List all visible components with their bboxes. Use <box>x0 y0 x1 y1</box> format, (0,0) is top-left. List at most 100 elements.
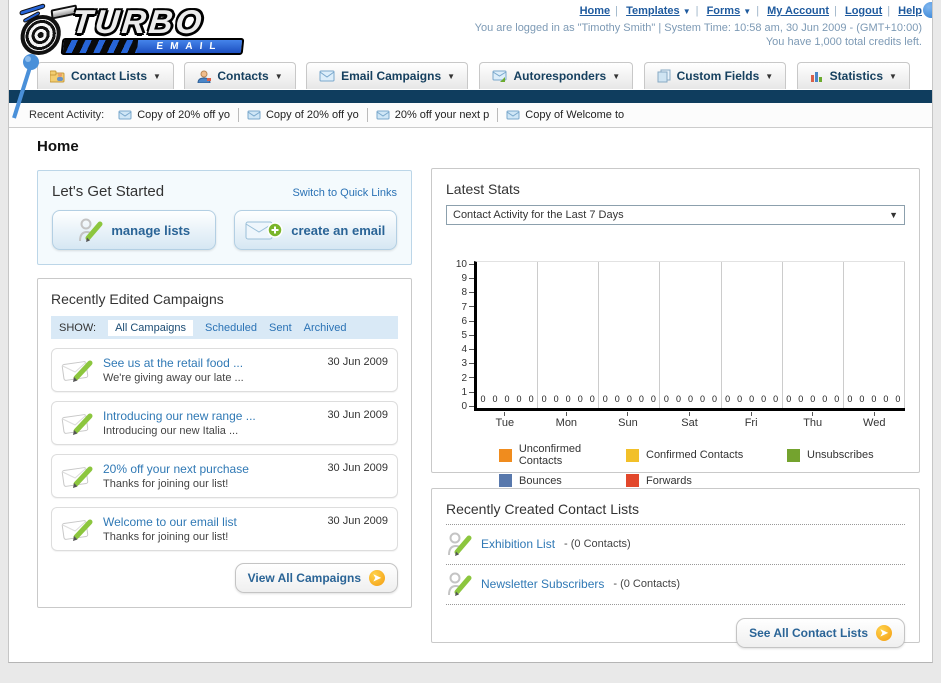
see-all-contact-lists-label: See All Contact Lists <box>749 626 868 640</box>
envelope-icon <box>118 110 132 120</box>
chart-y-tick-label: 4 <box>446 345 474 355</box>
campaign-title-link[interactable]: See us at the retail food ... <box>103 356 319 370</box>
caret-down-icon: ▼ <box>447 71 456 81</box>
legend-label: Confirmed Contacts <box>646 449 744 461</box>
legend-item: Confirmed Contacts <box>626 443 787 467</box>
view-all-campaigns-label: View All Campaigns <box>247 571 361 585</box>
caret-down-icon: ▼ <box>889 71 897 81</box>
credits-text: You have 1,000 total credits left. <box>765 36 922 48</box>
filter-archived[interactable]: Archived <box>304 322 347 334</box>
logo-title: TURBO <box>70 3 207 40</box>
right-column: Latest Stats Contact Activity for the La… <box>431 168 920 648</box>
chart-y-tick-label: 5 <box>446 330 474 340</box>
page-title: Home <box>37 138 79 155</box>
chart-day-column: 00000 <box>538 262 600 408</box>
recent-activity-item[interactable]: 20% off your next p <box>376 109 489 121</box>
chart-day-column: 00000 <box>722 262 783 408</box>
legend-swatch <box>626 474 639 487</box>
chart-x-tick-label: Mon <box>536 411 598 429</box>
help-bubble-icon[interactable] <box>923 2 932 18</box>
campaign-item[interactable]: Introducing our new range ... Introducin… <box>51 401 398 445</box>
top-nav: Home | Templates ▼ | Forms ▼ | My Account | … <box>580 5 922 17</box>
login-status-text: You are logged in as "Timothy Smith" | S… <box>474 22 922 34</box>
legend-item: Forwards <box>626 474 787 487</box>
contact-lists-title: Recently Created Contact Lists <box>446 501 905 525</box>
autoresponders-icon <box>492 70 507 82</box>
contact-list-item[interactable]: Newsletter Subscribers - (0 Contacts) <box>446 565 905 605</box>
nav-forms-link[interactable]: Forms <box>707 5 741 17</box>
recent-activity-item[interactable]: Copy of 20% off yo <box>118 109 230 121</box>
chart-x-tick-label: Sun <box>597 411 659 429</box>
tab-autoresponders[interactable]: Autoresponders ▼ <box>478 62 634 89</box>
tab-email-campaigns[interactable]: Email Campaigns ▼ <box>306 62 469 89</box>
logo-stripes <box>62 40 139 53</box>
filter-sent[interactable]: Sent <box>269 322 292 334</box>
nav-templates-link[interactable]: Templates <box>626 5 680 17</box>
campaign-date: 30 Jun 2009 <box>327 409 388 421</box>
campaign-subtitle: Introducing our new Italia ... <box>103 425 239 437</box>
campaign-item[interactable]: 20% off your next purchase Thanks for jo… <box>51 454 398 498</box>
stats-period-select[interactable]: Contact Activity for the Last 7 Days ▼ <box>446 205 905 225</box>
recent-activity-item[interactable]: Copy of Welcome to <box>506 109 624 121</box>
chart-value-labels: 00000 <box>786 394 840 404</box>
filter-scheduled[interactable]: Scheduled <box>205 322 257 334</box>
tab-contacts[interactable]: Contacts ▼ <box>184 62 296 89</box>
contact-list-item[interactable]: Exhibition List - (0 Contacts) <box>446 525 905 565</box>
campaign-subtitle: We're giving away our late ... <box>103 372 244 384</box>
person-pencil-icon <box>448 572 472 596</box>
contacts-icon <box>197 70 212 83</box>
nav-my-account-link[interactable]: My Account <box>767 5 829 17</box>
manage-lists-button[interactable]: manage lists <box>52 210 216 250</box>
legend-item: Bounces <box>499 474 626 487</box>
recently-edited-campaigns-panel: Recently Edited Campaigns SHOW: All Camp… <box>37 278 412 608</box>
main-nav-tabbar: Contact Lists ▼ Contacts ▼ Email Campaig… <box>9 62 932 90</box>
person-pencil-icon <box>79 218 103 242</box>
tab-label: Email Campaigns <box>341 69 442 83</box>
speedo-needle-icon <box>12 54 39 119</box>
tab-custom-fields[interactable]: Custom Fields ▼ <box>643 62 787 89</box>
envelope-pencil-icon <box>61 519 93 541</box>
see-all-contact-lists-button[interactable]: See All Contact Lists ➤ <box>736 618 905 648</box>
legend-label: Unsubscribes <box>807 449 874 461</box>
chart-x-tick-label: Tue <box>474 411 536 429</box>
tab-contact-lists[interactable]: Contact Lists ▼ <box>37 62 174 89</box>
chart-value-labels: 00000 <box>725 394 779 404</box>
campaign-title-link[interactable]: 20% off your next purchase <box>103 462 319 476</box>
turbo-email-logo[interactable]: TURBO EMAIL <box>16 3 257 59</box>
chart-y-tick-label: 2 <box>446 373 474 383</box>
custom-fields-icon <box>657 69 671 83</box>
tab-label: Autoresponders <box>513 69 607 83</box>
switch-quick-links-link[interactable]: Switch to Quick Links <box>292 187 397 199</box>
recent-activity-item[interactable]: Copy of 20% off yo <box>247 109 359 121</box>
nav-home-link[interactable]: Home <box>580 5 611 17</box>
create-email-button[interactable]: create an email <box>233 210 397 250</box>
recently-created-contact-lists-panel: Recently Created Contact Lists Exhibitio… <box>431 488 920 648</box>
campaigns-filter-bar: SHOW: All Campaigns Scheduled Sent Archi… <box>51 316 398 339</box>
chart-day-column: 00000 <box>844 262 905 408</box>
view-all-campaigns-button[interactable]: View All Campaigns ➤ <box>234 563 398 593</box>
envelope-icon <box>247 110 261 120</box>
chart-day-column: 00000 <box>477 262 539 408</box>
contact-list-name-link[interactable]: Exhibition List <box>481 537 555 551</box>
person-pencil-icon <box>448 532 472 556</box>
campaign-item[interactable]: Welcome to our email list Thanks for joi… <box>51 507 398 551</box>
nav-help-link[interactable]: Help <box>898 5 922 17</box>
chart-plot: 00000 00000 00000 00000 00000 00000 00000 <box>474 261 905 411</box>
legend-swatch <box>626 448 639 462</box>
campaign-title-link[interactable]: Introducing our new range ... <box>103 409 319 423</box>
campaign-title-link[interactable]: Welcome to our email list <box>103 515 319 529</box>
chart-y-tick-label: 3 <box>446 359 474 369</box>
tab-label: Custom Fields <box>676 69 760 83</box>
filter-all-campaigns[interactable]: All Campaigns <box>108 319 193 336</box>
chart-day-column: 00000 <box>599 262 661 408</box>
caret-down-icon: ▼ <box>765 71 774 81</box>
nav-logout-link[interactable]: Logout <box>845 5 882 17</box>
contact-list-name-link[interactable]: Newsletter Subscribers <box>481 577 604 591</box>
navy-divider-bar <box>9 90 932 103</box>
tab-statistics[interactable]: Statistics ▼ <box>796 62 910 89</box>
chart-x-tick-label: Fri <box>720 411 782 429</box>
campaign-item[interactable]: See us at the retail food ... We're givi… <box>51 348 398 392</box>
logo-subtitle: EMAIL <box>155 41 224 52</box>
campaign-subtitle: Thanks for joining our list! <box>103 531 229 543</box>
login-info: You are logged in as "Timothy Smith" | S… <box>475 21 922 49</box>
